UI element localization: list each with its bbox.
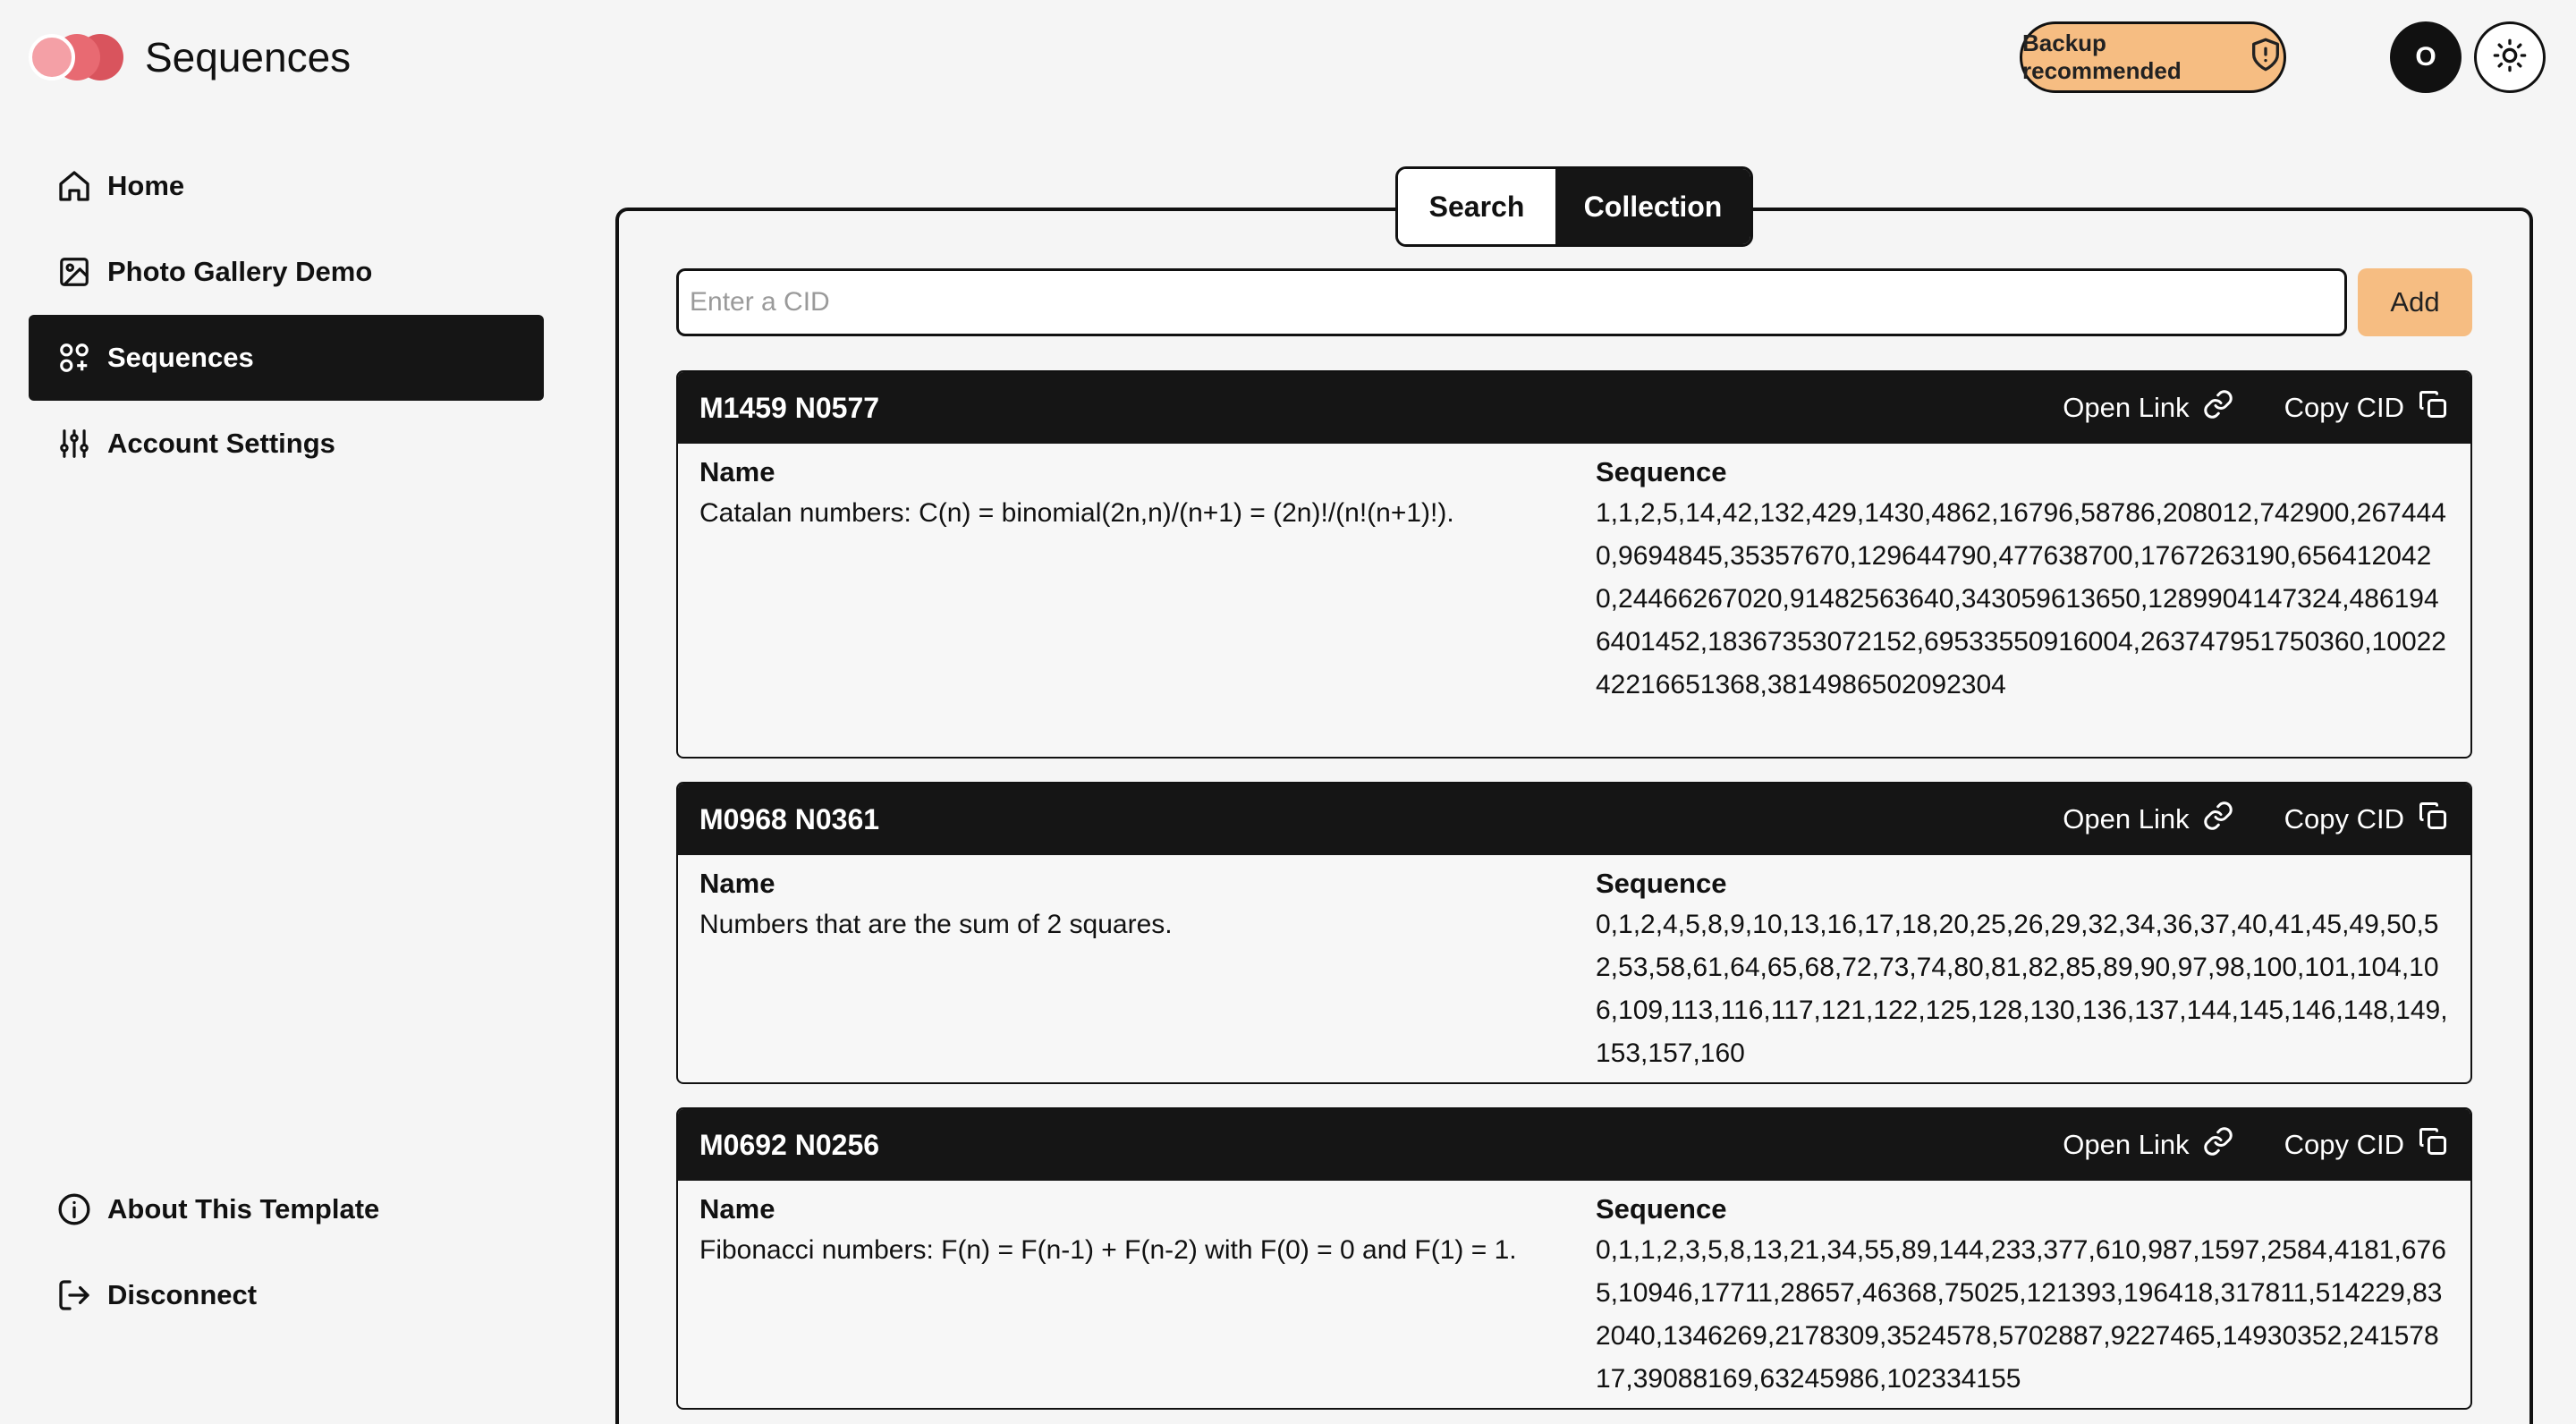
avatar-initial: O <box>2415 42 2436 72</box>
copy-cid-button[interactable]: Copy CID <box>2284 388 2449 428</box>
copy-icon <box>2417 800 2449 839</box>
sequence-card: M0968 N0361 Open Link Copy CID Name Numb… <box>676 782 2472 1084</box>
app-logo <box>29 34 123 81</box>
sequence-name: Fibonacci numbers: F(n) = F(n-1) + F(n-2… <box>699 1235 1517 1265</box>
image-icon <box>55 253 93 291</box>
open-link-label: Open Link <box>2063 392 2190 423</box>
link-icon <box>2202 1125 2234 1165</box>
app-title: Sequences <box>145 34 352 81</box>
backup-recommended-button[interactable]: Backup recommended <box>2020 21 2286 93</box>
open-link-button[interactable]: Open Link <box>2063 1125 2233 1165</box>
sequence-values: 1,1,2,5,14,42,132,429,1430,4862,16796,58… <box>1596 498 2446 699</box>
sequence-id: M1459 N0577 <box>699 391 880 424</box>
open-link-label: Open Link <box>2063 1129 2190 1160</box>
info-icon <box>55 1191 93 1228</box>
copy-cid-button[interactable]: Copy CID <box>2284 1125 2449 1165</box>
sidebar-item-about[interactable]: About This Template <box>29 1166 544 1252</box>
copy-cid-label: Copy CID <box>2284 1129 2404 1160</box>
copy-cid-label: Copy CID <box>2284 803 2404 835</box>
open-link-button[interactable]: Open Link <box>2063 800 2233 839</box>
view-tabs: Search Collection <box>1395 166 1753 247</box>
name-label: Name <box>699 868 775 899</box>
sidebar-item-label: Home <box>107 170 185 201</box>
card-header: M0968 N0361 Open Link Copy CID <box>678 784 2470 855</box>
sidebar-item-label: Sequences <box>107 342 254 373</box>
home-icon <box>55 167 93 205</box>
sidebar-item-sequences[interactable]: Sequences <box>29 315 544 401</box>
sidebar-item-label: Account Settings <box>107 428 335 459</box>
sidebar-item-account-settings[interactable]: Account Settings <box>29 401 544 487</box>
name-label: Name <box>699 456 775 487</box>
shield-alert-icon <box>2248 37 2284 79</box>
sidebar-item-disconnect[interactable]: Disconnect <box>29 1252 544 1338</box>
sequence-label: Sequence <box>1596 868 1727 899</box>
tab-search[interactable]: Search <box>1398 169 1555 244</box>
sidebar-item-label: Disconnect <box>107 1279 258 1310</box>
sidebar-item-label: Photo Gallery Demo <box>107 256 373 287</box>
sequence-values: 0,1,1,2,3,5,8,13,21,34,55,89,144,233,377… <box>1596 1235 2446 1394</box>
account-avatar-button[interactable]: O <box>2390 21 2462 93</box>
sidebar-item-photo-gallery[interactable]: Photo Gallery Demo <box>29 229 544 315</box>
sequence-name: Catalan numbers: C(n) = binomial(2n,n)/(… <box>699 498 1454 528</box>
sequence-id: M0968 N0361 <box>699 802 880 835</box>
tab-collection[interactable]: Collection <box>1555 169 1750 244</box>
copy-icon <box>2417 388 2449 428</box>
sidebar-item-home[interactable]: Home <box>29 143 544 229</box>
add-cid-button[interactable]: Add <box>2358 268 2472 336</box>
sun-icon <box>2492 38 2528 78</box>
sidebar-item-label: About This Template <box>107 1193 380 1225</box>
apps-icon <box>55 339 93 377</box>
cid-input[interactable] <box>676 268 2347 336</box>
logout-icon <box>55 1276 93 1314</box>
card-header: M1459 N0577 Open Link Copy CID <box>678 372 2470 444</box>
link-icon <box>2202 388 2234 428</box>
backup-label: Backup recommended <box>2022 30 2182 84</box>
copy-icon <box>2417 1125 2449 1165</box>
sequence-name: Numbers that are the sum of 2 squares. <box>699 910 1173 939</box>
open-link-label: Open Link <box>2063 803 2190 835</box>
card-header: M0692 N0256 Open Link Copy CID <box>678 1109 2470 1181</box>
sliders-icon <box>55 425 93 462</box>
sequence-label: Sequence <box>1596 456 1727 487</box>
sequence-id: M0692 N0256 <box>699 1128 880 1161</box>
sequence-values: 0,1,2,4,5,8,9,10,13,16,17,18,20,25,26,29… <box>1596 910 2448 1068</box>
sequence-card: M1459 N0577 Open Link Copy CID Name Cata… <box>676 370 2472 759</box>
open-link-button[interactable]: Open Link <box>2063 388 2233 428</box>
name-label: Name <box>699 1193 775 1225</box>
link-icon <box>2202 800 2234 839</box>
sequence-card: M0692 N0256 Open Link Copy CID Name Fibo… <box>676 1107 2472 1410</box>
copy-cid-label: Copy CID <box>2284 392 2404 423</box>
sequence-label: Sequence <box>1596 1193 1727 1225</box>
copy-cid-button[interactable]: Copy CID <box>2284 800 2449 839</box>
theme-toggle-button[interactable] <box>2474 21 2546 93</box>
